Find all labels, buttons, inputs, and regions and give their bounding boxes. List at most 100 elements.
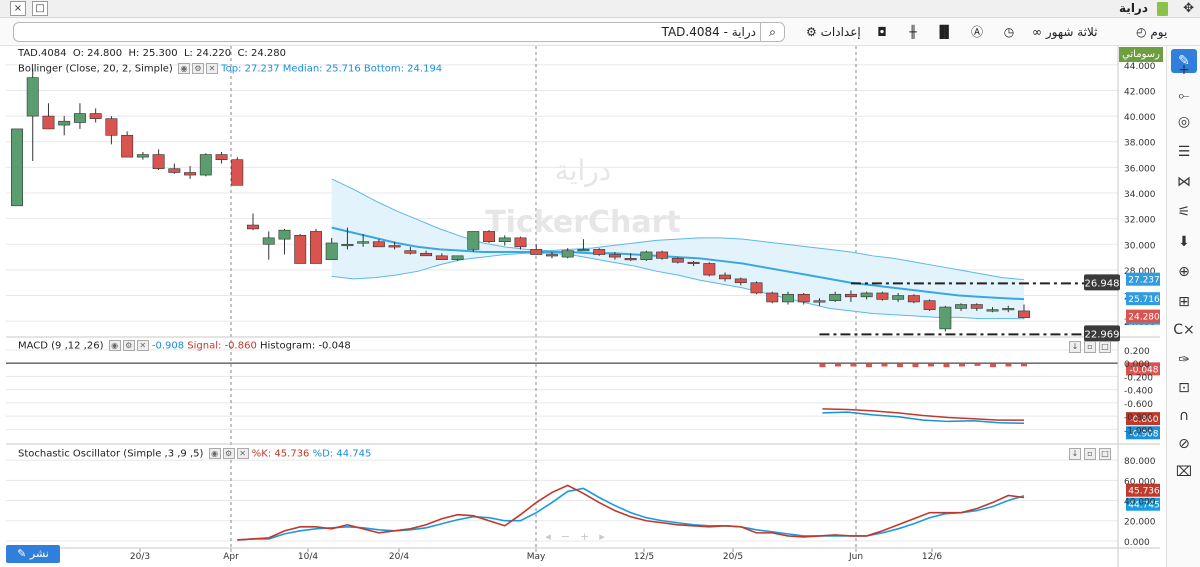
macd-pane-restore-button[interactable]: ▫ — [1084, 341, 1096, 353]
bollinger-visibility-button[interactable]: ◉ — [177, 63, 190, 74]
bollinger-remove-button[interactable]: ✕ — [205, 63, 218, 74]
highlighter-tool[interactable]: ✑ — [1173, 350, 1195, 370]
screenshot-button[interactable]: ◘ — [873, 23, 891, 41]
magnet-tool[interactable]: ∩ — [1173, 406, 1195, 426]
candle-down — [766, 292, 779, 303]
bollinger-bottom-label: Bottom: — [363, 63, 404, 75]
gann-tool[interactable]: ⚟ — [1173, 202, 1195, 222]
alert-circle-icon: Ⓐ — [970, 25, 983, 39]
fibonacci-tool[interactable]: ☰ — [1173, 142, 1195, 162]
time-tick-label: Jun — [848, 552, 863, 562]
macd-histogram-bar — [896, 363, 903, 368]
stoch-remove-button[interactable]: ✕ — [236, 448, 249, 459]
candle-down — [42, 115, 55, 130]
stoch-pane-restore-button[interactable]: ▫ — [1084, 448, 1096, 460]
chart-type-button[interactable]: ◷ — [1000, 23, 1018, 41]
window-title: دراية — [1119, 1, 1148, 15]
macd-settings-button[interactable]: ⚙ — [122, 340, 135, 351]
stoch-tick-label: 40.000 — [1124, 498, 1156, 508]
interval-selector[interactable]: ◴ يوم — [1136, 23, 1167, 41]
price-tick-label: 44.000 — [1124, 62, 1156, 72]
candle-up — [325, 242, 338, 260]
bollinger-settings-button[interactable]: ⚙ — [191, 63, 204, 74]
stoch-settings-button[interactable]: ⚙ — [222, 448, 235, 459]
bowtie-icon: ⋈ — [1177, 174, 1191, 190]
period-selector[interactable]: ∞ ثلاثة شهور — [1032, 23, 1098, 41]
candle-style-button[interactable]: ╫ — [904, 23, 922, 41]
price-tick-label: 36.000 — [1124, 164, 1156, 174]
stoch-k-tag-label: 45.736 — [1128, 487, 1160, 497]
symbol-search-box[interactable]: TAD.4084 - دراية ⌕ — [13, 22, 785, 42]
measure-tool[interactable]: ⊞ — [1173, 292, 1195, 312]
line-tool[interactable]: ⟜ — [1173, 86, 1195, 106]
macd-remove-button[interactable]: ✕ — [136, 340, 149, 351]
time-tick-label: May — [527, 552, 546, 562]
ohlc-l-label: L: — [183, 48, 193, 59]
move-window-icon[interactable]: ✥ — [1183, 1, 1194, 16]
macd-pane-maximize-button[interactable]: □ — [1099, 341, 1111, 353]
macd-histogram-bar — [834, 363, 841, 367]
chart-canvas[interactable]: دراية TickerChart -0.048 -0.860 -0.908 45.… — [0, 46, 1160, 567]
time-tick-label: 10/4 — [298, 552, 318, 562]
candle-down — [844, 293, 857, 298]
lock-tool[interactable]: ⊡ — [1173, 378, 1195, 398]
candle-up — [892, 295, 905, 300]
maximize-button[interactable]: □ — [32, 1, 48, 16]
cancel-drawing-tool[interactable]: C× — [1173, 320, 1195, 340]
hide-drawings-tool[interactable]: ⊘ — [1173, 434, 1195, 454]
trash-icon: ⌧ — [1175, 464, 1193, 480]
link-icon: ∞ — [1032, 25, 1042, 39]
candle-down — [719, 274, 732, 280]
candle-up — [26, 77, 39, 117]
stoch-visibility-button[interactable]: ◉ — [208, 448, 221, 459]
ohlc-h-label: H: — [128, 48, 140, 59]
search-button[interactable]: ⌕ — [760, 23, 784, 41]
level-value-label: 22.969 — [1085, 329, 1120, 340]
candle-down — [215, 154, 228, 160]
macd-visibility-button[interactable]: ◉ — [108, 340, 121, 351]
stoch-d-label: %D: — [312, 448, 334, 460]
stoch-pane-minimize-button[interactable]: ↓ — [1069, 448, 1081, 460]
candle-down — [970, 304, 983, 309]
time-tick-label: 20/5 — [723, 552, 743, 562]
candle-down — [1018, 310, 1030, 318]
minimize-icon: ↓ — [1071, 342, 1079, 351]
share-button[interactable]: ✎ نشر — [6, 545, 60, 563]
bar-style-button[interactable]: ▐▌ — [935, 23, 953, 41]
delete-drawings-tool[interactable]: ⌧ — [1173, 462, 1195, 482]
close-button[interactable]: × — [10, 1, 26, 16]
cancel-x-icon: C× — [1173, 322, 1195, 338]
candle-down — [309, 231, 322, 264]
macd-histogram-bar — [819, 363, 826, 368]
macd-histogram-bar — [943, 363, 950, 368]
candle-down — [734, 278, 747, 284]
price-tick-label: 40.000 — [1124, 113, 1156, 123]
candle-down — [388, 245, 401, 248]
macd-hist-value: -0.048 — [318, 340, 351, 352]
candle-up — [1002, 308, 1015, 311]
circle-tool[interactable]: ◎ — [1173, 112, 1195, 132]
stoch-label: Stochastic Oscillator (Simple ,3 ,9 ,5) … — [18, 448, 371, 460]
my-drawings-tab[interactable]: رسوماتي — [1119, 47, 1163, 62]
time-tick-label: 12/5 — [634, 552, 654, 562]
close-icon: ✕ — [208, 64, 216, 73]
candle-down — [907, 295, 920, 303]
maximize-icon: □ — [1101, 342, 1109, 351]
candle-down — [294, 235, 307, 264]
bollinger-top-tag-label: 27.237 — [1128, 276, 1160, 286]
ohlc-symbol: TAD.4084 — [18, 48, 67, 59]
zoom-navigator[interactable]: ◂−+▸ — [520, 530, 640, 543]
arrow-tool[interactable]: ⬇ — [1173, 232, 1195, 252]
pattern-tool[interactable]: ⋈ — [1173, 172, 1195, 192]
settings-button[interactable]: ⚙ إعدادات — [806, 23, 861, 41]
stoch-pane-maximize-button[interactable]: □ — [1099, 448, 1111, 460]
macd-pane-minimize-button[interactable]: ↓ — [1069, 341, 1081, 353]
candle-down — [703, 263, 716, 276]
alert-button[interactable]: Ⓐ — [968, 23, 986, 41]
macd-histogram-bar — [865, 363, 872, 368]
chart-window: × □ دراية ✥ TAD.4084 - دراية ⌕ ⚙ إعدادات… — [0, 0, 1200, 567]
title-bar: × □ دراية ✥ — [0, 0, 1200, 18]
macd-histogram-bar — [974, 363, 981, 366]
zoom-tool[interactable]: ⊕ — [1173, 262, 1195, 282]
cross-tool[interactable]: + — [1173, 60, 1195, 80]
